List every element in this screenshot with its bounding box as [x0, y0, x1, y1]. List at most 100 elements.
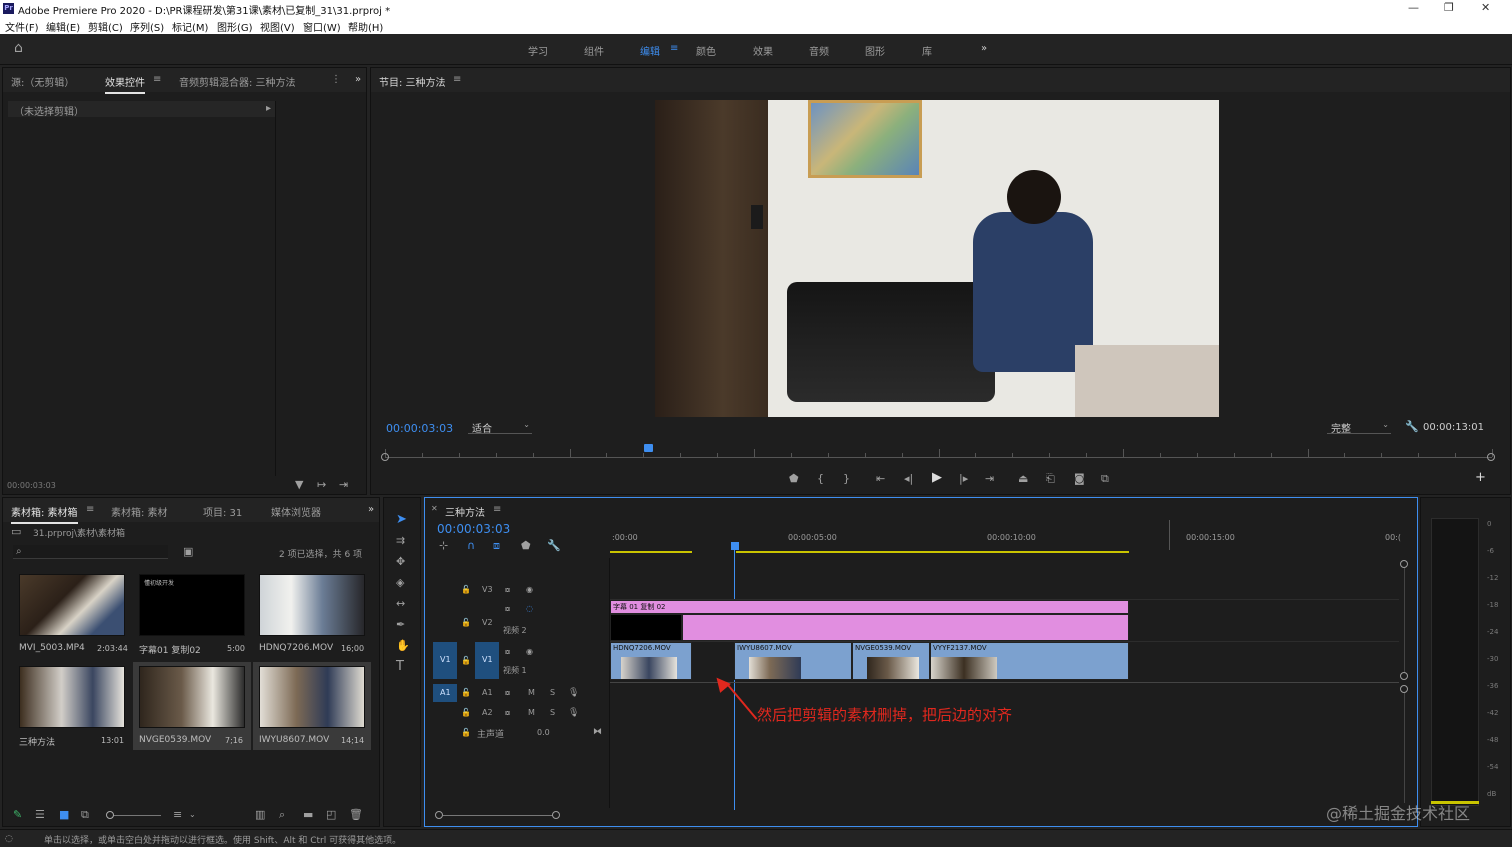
video-scroll-handle-top[interactable] [1400, 560, 1408, 568]
sort-icon[interactable]: ≡ [173, 809, 182, 821]
audio-scroll-handle-top[interactable] [1400, 685, 1408, 693]
menu-marker[interactable]: 标记(M) [172, 19, 208, 34]
zoom-handle-left[interactable] [381, 453, 389, 461]
ripple-edit-tool-icon[interactable]: ✥ [396, 556, 405, 568]
sequence-tab[interactable]: 三种方法 [445, 504, 485, 519]
go-to-out-icon[interactable]: ⇥ [985, 473, 994, 485]
mark-out-icon[interactable]: } [843, 473, 850, 485]
source-patch-a1[interactable]: A1 [433, 684, 457, 702]
type-tool-icon[interactable]: T [396, 660, 404, 673]
tab-effect-controls[interactable]: 效果控件 [105, 74, 145, 94]
menu-view[interactable]: 视图(V) [260, 19, 295, 34]
mark-in-icon[interactable]: { [817, 473, 824, 485]
sync-icon[interactable]: ⧇ [505, 687, 510, 699]
expand-bin-tabs-icon[interactable]: » [368, 504, 374, 515]
timeline-timecode[interactable]: 00:00:03:03 [437, 522, 510, 536]
title-clip-black-frame[interactable] [610, 614, 682, 641]
workspace-audio[interactable]: 音频 [809, 43, 829, 58]
close-icon[interactable]: ✕ [1481, 1, 1490, 14]
lock-icon[interactable]: 🔓 [461, 655, 471, 667]
source-patch-v1[interactable]: V1 [433, 642, 457, 679]
bin-search-input[interactable]: ⌕ [13, 545, 168, 559]
clear-trash-icon[interactable]: 🗑 [349, 809, 363, 821]
workspace-libraries[interactable]: 库 [922, 43, 932, 58]
lock-icon[interactable]: 🔓 [461, 687, 471, 699]
lift-icon[interactable]: ⏏ [1018, 473, 1028, 485]
track-select-tool-icon[interactable]: ⇉ [396, 535, 405, 547]
hand-tool-icon[interactable]: ✋ [396, 640, 410, 652]
sort-chevron-icon[interactable]: ⌄ [189, 809, 196, 821]
tab-audio-clip-mixer[interactable]: 音频剪辑混合器: 三种方法 [179, 74, 296, 89]
minimize-icon[interactable]: — [1408, 1, 1419, 14]
add-marker-icon[interactable]: ⬟ [789, 473, 799, 485]
tab-bin-footage[interactable]: 素材箱: 素材 [111, 504, 168, 519]
program-playhead[interactable] [644, 444, 654, 452]
video-scrollbar[interactable] [1404, 568, 1405, 672]
menu-edit[interactable]: 编辑(E) [46, 19, 80, 34]
close-sequence-icon[interactable]: ✕ [431, 504, 438, 513]
automate-sequence-icon[interactable]: ▥ [255, 809, 265, 821]
pencil-icon[interactable]: ✎ [13, 809, 22, 821]
step-back-icon[interactable]: ◂| [904, 473, 913, 485]
master-volume-value[interactable]: 0.0 [537, 728, 550, 737]
thumbnail-size-slider[interactable] [113, 815, 161, 816]
microphone-icon[interactable]: 🎙 [568, 687, 579, 699]
linked-selection-icon[interactable]: ⧈ [493, 540, 500, 552]
collapse-arrow-icon[interactable]: ▸ [266, 103, 271, 114]
tab-menu-icon[interactable]: ≡ [153, 74, 161, 85]
new-search-bin-icon[interactable]: ▣ [183, 546, 193, 558]
tab-project[interactable]: 项目: 31 [203, 504, 242, 519]
solo-button[interactable]: S [550, 708, 555, 717]
menu-file[interactable]: 文件(F) [5, 19, 39, 34]
time-ruler[interactable]: :00:00 00:00:05:00 00:00:10:00 00:00:15:… [610, 520, 1401, 556]
timeline-playhead-head[interactable] [731, 542, 739, 550]
more-workspaces-icon[interactable]: » [981, 43, 987, 54]
comparison-view-icon[interactable]: ⧉ [1101, 473, 1109, 485]
video-scroll-handle-bottom[interactable] [1400, 672, 1408, 680]
thumbnail-size-handle[interactable] [106, 811, 114, 819]
workspace-color[interactable]: 颜色 [696, 43, 716, 58]
go-to-end-icon[interactable]: ⧓ [593, 726, 602, 738]
play-icon[interactable]: ▶ [932, 471, 942, 484]
insert-sequence-icon[interactable]: ⊹ [439, 540, 448, 552]
restore-icon[interactable]: ❐ [1444, 1, 1454, 14]
tab-bin-main[interactable]: 素材箱: 素材箱 [11, 504, 78, 524]
audio-scrollbar[interactable] [1404, 693, 1405, 803]
sequence-menu-icon[interactable]: ≡ [493, 504, 501, 515]
workspace-effects[interactable]: 效果 [753, 43, 773, 58]
title-clip-header[interactable]: 字幕 01 复制 02 [610, 600, 1129, 614]
workspace-editing[interactable]: 编辑 [640, 43, 660, 58]
filter-icon[interactable]: ▼ [295, 479, 303, 491]
tab-media-browser[interactable]: 媒体浏览器 [271, 504, 321, 519]
sync-icon[interactable]: ⧇ [505, 646, 510, 658]
bin-item-5[interactable]: IWYU8607.MOV 14;14 [253, 662, 371, 750]
expand-panels-icon[interactable]: » [355, 74, 361, 85]
program-timecode[interactable]: 00:00:03:03 [386, 422, 453, 435]
lock-icon[interactable]: 🔓 [461, 727, 471, 739]
workspace-graphics[interactable]: 图形 [865, 43, 885, 58]
timeline-horizontal-scrollbar[interactable] [443, 815, 553, 816]
bin-item-2[interactable]: HDNQ7206.MOV 16;00 [253, 570, 371, 658]
clip-hdnq7206[interactable]: HDNQ7206.MOV [610, 642, 692, 680]
export-icon[interactable]: ⇥ [339, 479, 348, 491]
bin-item-3[interactable]: 三种方法 13:01 [13, 662, 131, 750]
list-view-icon[interactable]: ☰ [35, 809, 45, 821]
go-to-in-icon[interactable]: ⇤ [876, 473, 885, 485]
menu-help[interactable]: 帮助(H) [348, 19, 383, 34]
eye-icon[interactable]: ◉ [526, 584, 533, 596]
program-video-frame[interactable] [655, 100, 1219, 417]
zoom-handle-right[interactable] [1487, 453, 1495, 461]
step-forward-icon[interactable]: |▸ [959, 473, 968, 485]
target-v1[interactable]: V1 [475, 642, 499, 679]
lock-icon[interactable]: 🔓 [461, 584, 471, 596]
workspace-learn[interactable]: 学习 [528, 43, 548, 58]
slip-tool-icon[interactable]: ↔ [396, 598, 405, 610]
bin-item-4[interactable]: NVGE0539.MOV 7;16 [133, 662, 251, 750]
export-frame-camera-icon[interactable]: ◙ [1074, 473, 1085, 485]
new-item-icon[interactable]: ◰ [326, 809, 336, 821]
add-marker-icon[interactable]: ⬟ [521, 540, 531, 552]
wrench-icon[interactable]: 🔧 [1405, 421, 1419, 433]
clip-iwyu8607[interactable]: IWYU8607.MOV [734, 642, 852, 680]
pen-tool-icon[interactable]: ✒ [396, 619, 405, 631]
menu-sequence[interactable]: 序列(S) [130, 19, 164, 34]
